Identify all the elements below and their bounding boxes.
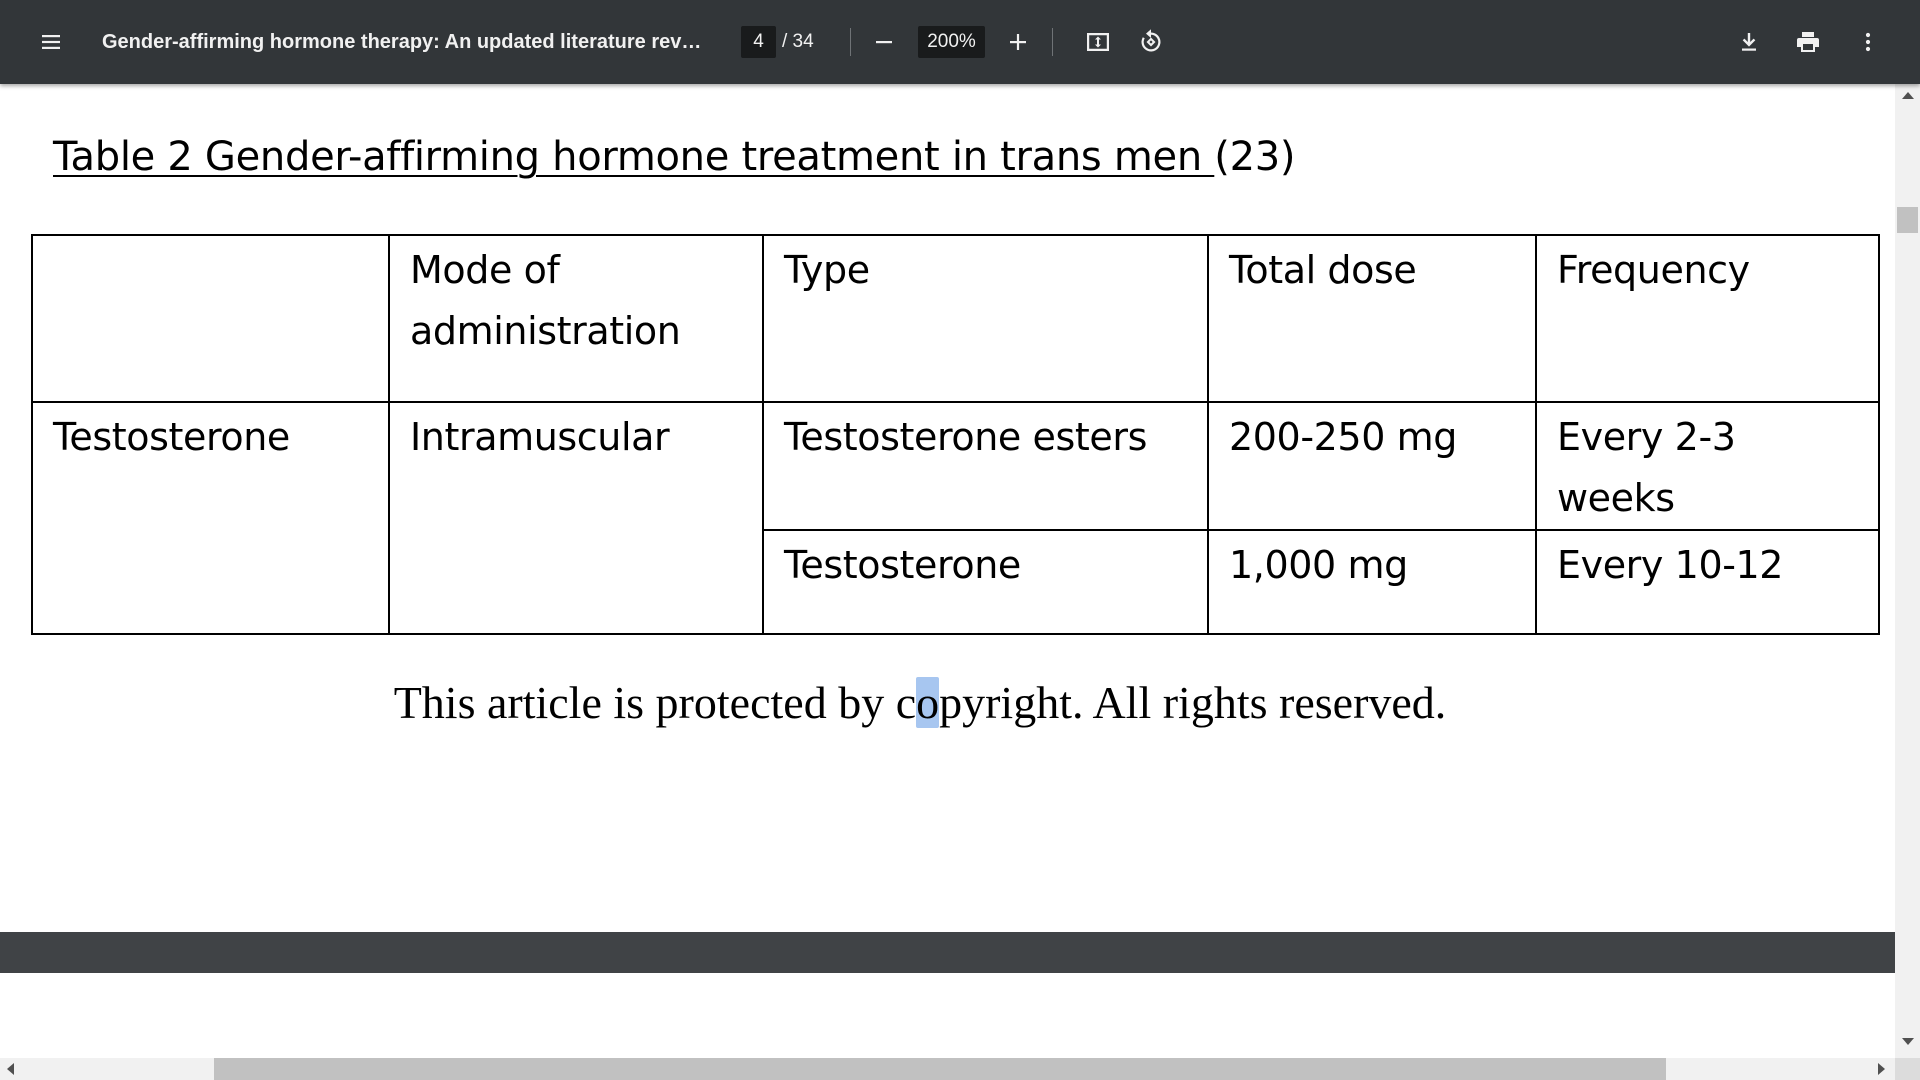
text-selection: o xyxy=(916,677,940,728)
toolbar-divider xyxy=(850,28,851,56)
table-cell-mode: Intramuscular xyxy=(388,401,764,635)
table-caption-title: Table 2 Gender-affirming hormone treatme… xyxy=(53,134,1215,180)
download-icon xyxy=(1742,33,1756,51)
table-cell-hormone: Testosterone xyxy=(31,401,390,635)
pdf-page: Table 2 Gender-affirming hormone treatme… xyxy=(0,84,1895,932)
page-separator xyxy=(0,932,1895,973)
pdf-viewer[interactable]: Table 2 Gender-affirming hormone treatme… xyxy=(0,84,1895,1058)
table-cell-dose: 200-250 mg xyxy=(1207,401,1537,531)
print-button[interactable] xyxy=(1786,20,1830,64)
print-icon xyxy=(1797,32,1819,52)
table-header-row: Mode of administration Type Total dose F… xyxy=(31,234,1880,403)
download-button[interactable] xyxy=(1727,20,1771,64)
page-total: / 34 xyxy=(782,31,814,52)
more-actions-button[interactable] xyxy=(1846,20,1890,64)
hormone-treatment-table: Mode of administration Type Total dose F… xyxy=(31,234,1880,635)
zoom-out-button[interactable] xyxy=(862,20,906,64)
pdf-page-next xyxy=(0,973,1895,1058)
table-cell-type: Testosterone esters xyxy=(762,401,1209,531)
scrollbar-corner xyxy=(1895,1058,1920,1080)
table-row: Testosterone Intramuscular Testosterone … xyxy=(31,401,1880,635)
pdf-toolbar: Gender-affirming hormone therapy: An upd… xyxy=(0,0,1920,84)
minus-icon xyxy=(876,41,892,44)
table-header-cell: Total dose xyxy=(1207,234,1537,403)
table-header-cell: Frequency xyxy=(1535,234,1880,403)
scroll-right-arrow-icon[interactable] xyxy=(1878,1063,1885,1075)
document-title: Gender-affirming hormone therapy: An upd… xyxy=(102,31,702,53)
table-cell-frequency: Every 10-12 xyxy=(1535,529,1880,635)
rotate-button[interactable] xyxy=(1129,20,1173,64)
scroll-left-arrow-icon[interactable] xyxy=(7,1063,14,1075)
plus-icon xyxy=(1010,34,1026,50)
copyright-notice: This article is protected by copyright. … xyxy=(0,676,1840,729)
fit-to-page-icon xyxy=(1087,33,1109,51)
scroll-down-arrow-icon[interactable] xyxy=(1902,1038,1914,1045)
table-cell-type: Testosterone xyxy=(762,529,1209,635)
scroll-up-arrow-icon[interactable] xyxy=(1902,92,1914,99)
table-cell-frequency: Every 2-3 weeks xyxy=(1535,401,1880,531)
zoom-level-input[interactable] xyxy=(918,26,985,58)
table-header-cell: Type xyxy=(762,234,1209,403)
table-header-cell xyxy=(31,234,390,403)
fit-to-page-button[interactable] xyxy=(1076,20,1120,64)
toolbar-divider xyxy=(1052,28,1053,56)
copyright-text-start: This article is protected by c xyxy=(393,677,917,728)
hamburger-menu-icon[interactable] xyxy=(29,20,73,64)
horizontal-scrollbar-thumb[interactable] xyxy=(214,1058,1666,1080)
table-caption: Table 2 Gender-affirming hormone treatme… xyxy=(53,134,1296,180)
more-vertical-icon xyxy=(1865,32,1871,52)
table-header-cell: Mode of administration xyxy=(388,234,764,403)
table-caption-reference: (23) xyxy=(1214,134,1296,180)
vertical-scrollbar-thumb[interactable] xyxy=(1897,207,1918,233)
page-number-input[interactable] xyxy=(741,26,776,58)
rotate-counterclockwise-icon xyxy=(1141,29,1161,52)
copyright-text-end: pyright. All rights reserved. xyxy=(939,677,1447,728)
zoom-in-button[interactable] xyxy=(996,20,1040,64)
table-cell-dose: 1,000 mg xyxy=(1207,529,1537,635)
